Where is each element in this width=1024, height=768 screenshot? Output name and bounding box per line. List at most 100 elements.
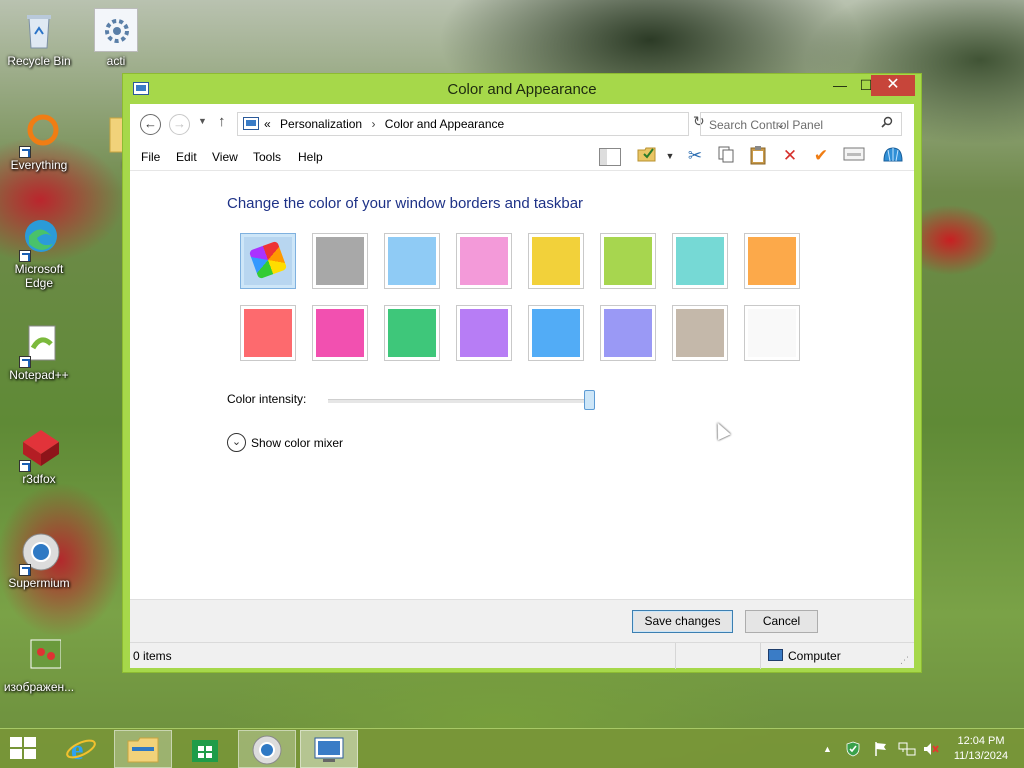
breadcrumb-color-and-appearance[interactable]: Color and Appearance	[385, 117, 504, 131]
taskbar-file-explorer[interactable]	[114, 730, 172, 768]
control-panel-icon	[314, 737, 344, 762]
color-swatch[interactable]	[384, 233, 440, 289]
color-swatch[interactable]	[240, 305, 296, 361]
taskbar-store[interactable]	[176, 730, 234, 768]
address-bar[interactable]: « Personalization › Color and Appearance…	[237, 112, 785, 136]
edge-icon	[17, 216, 61, 262]
back-button[interactable]: ←	[140, 114, 161, 135]
status-divider	[675, 643, 676, 669]
color-swatch[interactable]	[528, 305, 584, 361]
color-swatch[interactable]	[744, 233, 800, 289]
resize-grip-icon[interactable]: ⋰	[900, 655, 909, 666]
taskbar-internet-explorer[interactable]: e	[52, 730, 110, 768]
desktop-icon-notepad-plus-plus[interactable]: Notepad++	[1, 322, 77, 382]
recycle-bin-icon	[17, 8, 61, 52]
color-swatch[interactable]	[384, 305, 440, 361]
color-swatch[interactable]	[600, 305, 656, 361]
menu-file[interactable]: File	[141, 150, 160, 164]
menu-view[interactable]: View	[212, 150, 238, 164]
menu-bar: File Edit View Tools Help ▼ ✂ ✕ ✔	[130, 144, 914, 170]
breadcrumb-separator[interactable]: ›	[371, 117, 375, 131]
taskbar-clock[interactable]: 12:04 PM 11/13/2024	[948, 734, 1014, 764]
shortcut-arrow-icon	[19, 564, 31, 576]
security-shield-icon[interactable]	[845, 741, 861, 760]
shortcut-arrow-icon	[19, 146, 31, 158]
checkmark-icon[interactable]: ✔	[809, 145, 833, 169]
search-icon[interactable]	[881, 116, 893, 131]
breadcrumb-personalization[interactable]: Personalization	[280, 117, 362, 131]
color-swatch[interactable]	[744, 305, 800, 361]
color-swatch-fill	[244, 309, 292, 357]
copy-icon[interactable]	[714, 145, 738, 169]
start-button[interactable]	[10, 737, 38, 761]
cut-icon[interactable]: ✂	[683, 145, 707, 169]
color-swatch-fill	[316, 237, 364, 285]
status-divider	[760, 643, 761, 669]
desktop-icon-r3dfox[interactable]: r3dfox	[1, 426, 77, 486]
shortcut-arrow-icon	[19, 460, 31, 472]
color-intensity-slider-thumb[interactable]	[584, 390, 595, 410]
shell-icon[interactable]	[881, 145, 905, 169]
folder-options-icon[interactable]	[635, 145, 659, 169]
color-swatch[interactable]	[600, 233, 656, 289]
color-swatch-fill	[532, 237, 580, 285]
breadcrumb-overflow[interactable]: «	[264, 117, 271, 131]
action-center-flag-icon[interactable]	[874, 741, 888, 760]
everything-search-icon	[17, 112, 61, 158]
recent-locations-dropdown[interactable]: ▼	[198, 116, 207, 126]
chevron-down-icon[interactable]: ▼	[658, 145, 682, 169]
up-button[interactable]: ↑	[218, 113, 226, 130]
color-swatch[interactable]	[528, 233, 584, 289]
taskbar: e ▲ 12:04 PM 11/13/2024	[0, 728, 1024, 768]
taskbar-control-panel[interactable]	[300, 730, 358, 768]
volume-muted-icon[interactable]	[922, 741, 940, 760]
status-location: Computer	[788, 649, 841, 663]
layout-pane-icon[interactable]	[599, 148, 621, 166]
save-changes-button[interactable]: Save changes	[632, 610, 733, 633]
paste-icon[interactable]	[746, 145, 770, 169]
color-intensity-label: Color intensity:	[227, 392, 307, 406]
color-swatch[interactable]	[312, 233, 368, 289]
r3dfox-icon	[17, 426, 61, 472]
color-swatch[interactable]	[672, 233, 728, 289]
search-input[interactable]: Search Control Panel	[700, 112, 902, 136]
network-icon[interactable]	[898, 741, 916, 760]
show-hidden-icons-icon[interactable]: ▲	[823, 744, 832, 754]
menu-edit[interactable]: Edit	[176, 150, 197, 164]
desktop-icon-everything[interactable]: Everything	[1, 112, 77, 172]
desktop-icon-acti[interactable]: acti	[78, 8, 154, 68]
desktop-icon-microsoft-edge[interactable]: Microsoft Edge	[1, 216, 77, 290]
title-bar[interactable]: Color and Appearance — ☐ ✕	[123, 74, 921, 104]
color-swatch-fill	[388, 237, 436, 285]
forward-button[interactable]: →	[169, 114, 190, 135]
color-swatch-automatic[interactable]	[240, 233, 296, 289]
page-heading: Change the color of your window borders …	[227, 195, 584, 212]
expand-color-mixer-icon[interactable]: ⌄	[227, 433, 246, 452]
show-color-mixer-link[interactable]: Show color mixer	[251, 436, 343, 450]
close-button[interactable]: ✕	[871, 75, 915, 96]
minimize-button[interactable]: —	[827, 75, 853, 96]
svg-text:e: e	[71, 735, 83, 766]
delete-icon[interactable]: ✕	[778, 145, 802, 169]
color-swatch[interactable]	[672, 305, 728, 361]
desktop-icon-supermium[interactable]: Supermium	[1, 530, 77, 590]
properties-icon[interactable]	[842, 145, 866, 169]
menu-help[interactable]: Help	[298, 150, 323, 164]
desktop-icon-recycle-bin[interactable]: Recycle Bin	[1, 8, 77, 68]
menu-tools[interactable]: Tools	[253, 150, 281, 164]
notepad-plus-plus-icon	[17, 322, 61, 368]
color-swatch[interactable]	[456, 233, 512, 289]
internet-explorer-icon: e	[66, 735, 96, 766]
cancel-button[interactable]: Cancel	[745, 610, 818, 633]
desktop-icon-image[interactable]: изображен...	[1, 634, 77, 694]
color-swatch[interactable]	[312, 305, 368, 361]
taskbar-supermium[interactable]	[238, 730, 296, 768]
windows-logo-icon	[10, 737, 22, 747]
window-client-area: ← → ▼ ↑ « Personalization › Color and Ap…	[130, 104, 914, 669]
color-swatch-fill	[316, 309, 364, 357]
color-swatch[interactable]	[456, 305, 512, 361]
status-bar: 0 items Computer ⋰	[130, 642, 914, 669]
color-intensity-slider-track[interactable]	[328, 399, 590, 403]
button-bar: Save changes Cancel	[130, 599, 914, 642]
color-swatch-fill	[388, 309, 436, 357]
